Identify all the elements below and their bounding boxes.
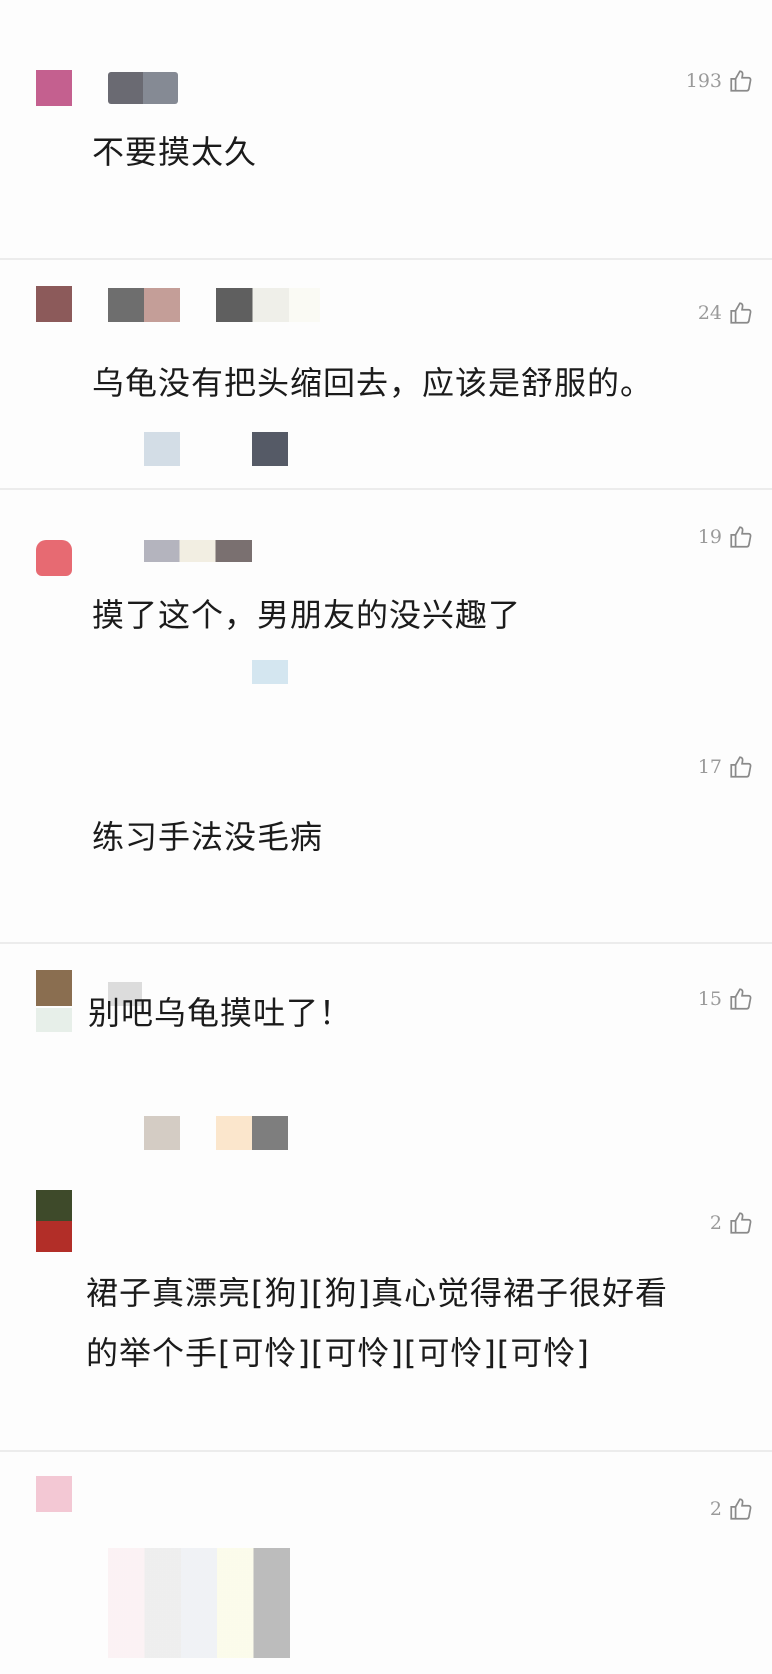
- content-redacted: [108, 1548, 290, 1658]
- avatar[interactable]: [36, 1190, 72, 1252]
- like-button[interactable]: 2: [710, 1496, 754, 1522]
- avatar-fade: [36, 1008, 72, 1032]
- username-redacted: [108, 72, 178, 104]
- like-count: 15: [697, 988, 722, 1010]
- username-redacted: [216, 288, 320, 322]
- like-button[interactable]: 2: [710, 1210, 754, 1236]
- comment-text: 乌龟没有把头缩回去，应该是舒服的。: [92, 364, 654, 402]
- avatar[interactable]: [36, 970, 72, 1006]
- comment-item: 2 裙子真漂亮[狗][狗]真心觉得裙子很好看 的举个手[可怜][可怜][可怜][…: [0, 1144, 772, 1450]
- username-redacted: [144, 540, 252, 562]
- like-button[interactable]: 19: [698, 524, 754, 550]
- comment-text-line2: 的举个手[可怜][可怜][可怜][可怜]: [86, 1334, 590, 1372]
- comment-text: 裙子真漂亮[狗][狗]真心觉得裙子很好看: [86, 1274, 668, 1312]
- like-count: 19: [697, 526, 722, 548]
- avatar[interactable]: [36, 1476, 72, 1512]
- like-button[interactable]: 17: [698, 754, 754, 780]
- meta-redacted: [144, 432, 180, 466]
- thumbs-up-icon: [730, 756, 752, 778]
- avatar[interactable]: [36, 286, 72, 322]
- comment-text: 摸了这个，男朋友的没兴趣了: [92, 596, 522, 634]
- comment-item: 193 不要摸太久: [0, 0, 772, 258]
- comment-item: 19 摸了这个，男朋友的没兴趣了: [0, 490, 772, 700]
- like-button[interactable]: 24: [698, 300, 754, 326]
- like-count: 17: [697, 756, 722, 778]
- like-count: 24: [697, 302, 722, 324]
- thumbs-up-icon: [730, 1212, 752, 1234]
- username-redacted: [108, 288, 180, 322]
- comment-text: 练习手法没毛病: [92, 818, 324, 856]
- like-count: 2: [709, 1212, 722, 1234]
- comment-text: 不要摸太久: [92, 133, 258, 171]
- comment-text: 别吧乌龟摸吐了！: [88, 994, 353, 1032]
- comment-item: 17 练习手法没毛病: [0, 700, 772, 942]
- thumbs-up-icon: [730, 526, 752, 548]
- thumbs-up-icon: [730, 1498, 752, 1520]
- avatar[interactable]: [36, 540, 72, 576]
- like-button[interactable]: 15: [698, 986, 754, 1012]
- comment-item: 2: [0, 1452, 772, 1674]
- meta-redacted: [252, 432, 288, 466]
- thumbs-up-icon: [730, 70, 752, 92]
- like-count: 2: [709, 1498, 722, 1520]
- thumbs-up-icon: [730, 302, 752, 324]
- meta-redacted: [252, 660, 288, 684]
- comment-item: 15 别吧乌龟摸吐了！: [0, 944, 772, 1150]
- like-button[interactable]: 193: [686, 68, 754, 94]
- like-count: 193: [685, 70, 722, 92]
- comment-item: 24 乌龟没有把头缩回去，应该是舒服的。: [0, 260, 772, 488]
- avatar[interactable]: [36, 70, 72, 106]
- thumbs-up-icon: [730, 988, 752, 1010]
